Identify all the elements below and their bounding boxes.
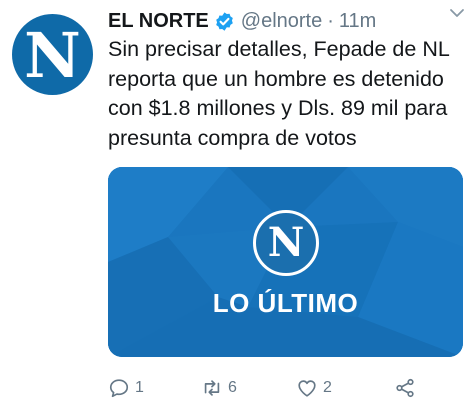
tweet-text: Sin precisar detalles, Fepade de NL repo… (108, 37, 450, 150)
reply-button[interactable]: 1 (108, 375, 144, 401)
tweet-timestamp[interactable]: 11m (339, 10, 376, 33)
avatar-logo-letter: N (24, 18, 81, 92)
share-icon (396, 378, 414, 398)
verified-badge-icon (214, 11, 235, 32)
like-count: 2 (323, 379, 332, 396)
author-name[interactable]: EL NORTE (108, 10, 209, 33)
author-handle[interactable]: @elnorte (241, 10, 322, 33)
tweet-header: EL NORTE @elnorte · 11m (108, 9, 463, 33)
like-button[interactable]: 2 (296, 375, 332, 401)
reply-count: 1 (135, 379, 144, 396)
media-card[interactable]: N LO ÚLTIMO (108, 167, 463, 357)
caret-down-icon[interactable] (448, 4, 466, 22)
media-logo-letter: N (267, 219, 305, 266)
tweet-actions: 1 6 2 (108, 375, 463, 401)
share-button[interactable] (394, 375, 416, 401)
retweet-count: 6 (228, 379, 237, 396)
retweet-button[interactable]: 6 (201, 375, 237, 401)
header-separator: · (327, 9, 334, 32)
retweet-icon (204, 380, 220, 396)
media-caption: LO ÚLTIMO (212, 288, 359, 318)
media-logo: N (253, 210, 319, 276)
like-icon (298, 380, 316, 397)
reply-icon (109, 379, 129, 398)
author-avatar[interactable]: N (12, 14, 93, 95)
